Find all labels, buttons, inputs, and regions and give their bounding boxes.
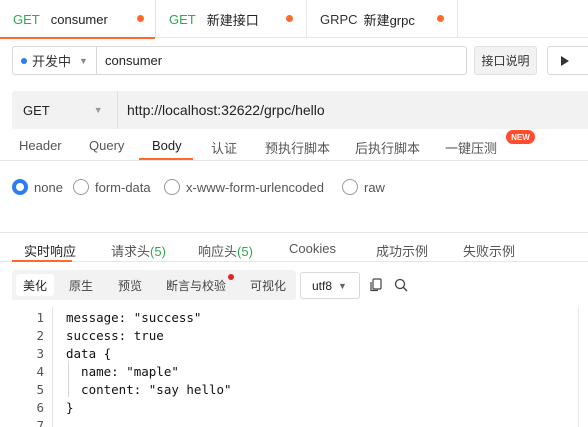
code-line: } <box>66 400 74 415</box>
line-number: 7 <box>36 418 44 427</box>
view-raw[interactable]: 原生 <box>62 274 100 296</box>
tab-response-headers[interactable]: 响应头(5) <box>198 241 253 260</box>
method-select[interactable]: GET ▼ <box>12 91 118 129</box>
tab-request-headers[interactable]: 请求头(5) <box>111 241 166 260</box>
tab-pre-script[interactable]: 预执行脚本 <box>265 138 330 157</box>
tab-realtime-response[interactable]: 实时响应 <box>24 241 76 260</box>
active-tab-indicator <box>12 260 72 262</box>
tab-auth[interactable]: 认证 <box>211 138 237 157</box>
tab-method: GET <box>169 11 196 27</box>
interface-name-input[interactable]: consumer <box>97 47 466 74</box>
tab-header[interactable]: Header <box>19 138 62 153</box>
line-number: 2 <box>36 328 44 343</box>
tab-fail-example[interactable]: 失败示例 <box>463 241 515 260</box>
radio-label: form-data <box>95 179 151 195</box>
tab-success-example[interactable]: 成功示例 <box>376 241 428 260</box>
line-number: 1 <box>36 310 44 325</box>
radio-label: none <box>34 179 63 195</box>
line-number: 6 <box>36 400 44 415</box>
radio-none[interactable]: none <box>12 179 63 195</box>
run-button[interactable] <box>547 46 588 75</box>
code-line: success: true <box>66 328 164 343</box>
response-code-editor[interactable]: 1 2 3 4 5 6 7 message: "success" success… <box>0 307 588 427</box>
unsaved-dot-icon <box>437 15 444 22</box>
environment-box: 开发中 ▼ consumer <box>12 46 467 75</box>
tab-new-interface[interactable]: GET 新建接口 <box>156 0 307 38</box>
response-tabs: 实时响应 请求头(5) 响应头(5) Cookies 成功示例 失败示例 <box>0 232 588 262</box>
view-mode-bar: 美化 原生 预览 断言与校验 可视化 <box>12 270 296 300</box>
line-number: 5 <box>36 382 44 397</box>
encoding-label: utf8 <box>312 278 333 293</box>
view-preview[interactable]: 预览 <box>111 274 149 296</box>
notification-dot-icon <box>228 274 234 280</box>
scrollbar-track[interactable] <box>578 307 579 427</box>
request-tab-strip: GET consumer GET 新建接口 GRPC 新建grpc <box>0 0 588 39</box>
count-badge: (5) <box>150 244 166 259</box>
tab-new-grpc[interactable]: GRPC 新建grpc <box>307 0 458 38</box>
line-number: 3 <box>36 346 44 361</box>
code-line: message: "success" <box>66 310 202 325</box>
tab-query[interactable]: Query <box>89 138 124 153</box>
code-line: content: "say hello" <box>66 382 232 397</box>
tab-label: 响应头 <box>198 244 238 259</box>
tab-method: GRPC <box>320 11 358 27</box>
view-pretty[interactable]: 美化 <box>16 274 55 296</box>
tab-consumer[interactable]: GET consumer <box>0 0 156 39</box>
chevron-down-icon: ▼ <box>338 280 347 291</box>
radio-raw[interactable]: raw <box>342 179 385 195</box>
tab-label: 新建grpc <box>363 12 415 28</box>
status-label: 开发中 <box>32 54 72 69</box>
chevron-down-icon: ▼ <box>79 55 88 66</box>
status-dot-icon <box>21 57 27 64</box>
method-label: GET <box>23 102 50 118</box>
radio-label: x-www-form-urlencoded <box>186 179 324 195</box>
unsaved-dot-icon <box>286 15 293 22</box>
play-icon <box>561 55 569 66</box>
tab-cookies[interactable]: Cookies <box>289 241 336 256</box>
tab-body[interactable]: Body <box>152 138 182 153</box>
radio-unchecked-icon <box>164 179 180 195</box>
radio-unchecked-icon <box>73 179 89 195</box>
view-visualize[interactable]: 可视化 <box>243 274 293 296</box>
line-number: 4 <box>36 364 44 379</box>
request-tabs: Header Query Body 认证 预执行脚本 后执行脚本 一键压测 NE… <box>0 130 588 161</box>
chevron-down-icon: ▼ <box>93 105 103 115</box>
radio-form-data[interactable]: form-data <box>73 179 151 195</box>
new-badge: NEW <box>506 130 535 144</box>
tab-post-script[interactable]: 后执行脚本 <box>355 138 420 157</box>
tab-label: consumer <box>50 11 108 27</box>
count-badge: (5) <box>237 244 253 259</box>
tab-load-test[interactable]: 一键压测 <box>445 138 497 157</box>
radio-urlencoded[interactable]: x-www-form-urlencoded <box>164 179 324 195</box>
radio-checked-icon <box>12 179 28 195</box>
tab-method: GET <box>13 11 40 27</box>
interface-doc-button[interactable]: 接口说明 <box>474 46 537 75</box>
status-select[interactable]: 开发中 ▼ <box>13 47 97 74</box>
view-assertions[interactable]: 断言与校验 <box>159 274 233 296</box>
radio-unchecked-icon <box>342 179 358 195</box>
url-input[interactable]: http://localhost:32622/grpc/hello <box>118 91 325 129</box>
search-icon[interactable] <box>394 278 408 292</box>
url-bar: GET ▼ http://localhost:32622/grpc/hello <box>12 91 588 129</box>
tab-label: 新建接口 <box>206 12 259 28</box>
gutter-divider <box>52 307 53 427</box>
radio-label: raw <box>364 179 385 195</box>
active-tab-indicator <box>139 158 193 160</box>
code-line: data { <box>66 346 112 361</box>
copy-icon[interactable] <box>369 278 383 292</box>
tab-label: 请求头 <box>111 244 151 259</box>
encoding-select[interactable]: utf8 ▼ <box>300 272 360 299</box>
unsaved-dot-icon <box>137 15 144 22</box>
code-line: name: "maple" <box>66 364 179 379</box>
